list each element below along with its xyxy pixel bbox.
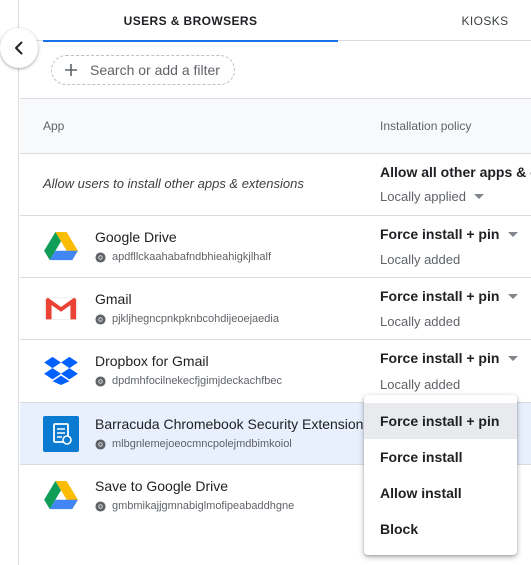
back-button[interactable]: [0, 28, 38, 68]
app-id-text: gmbmikajjgmnabiglmofipeabaddhgne: [112, 500, 295, 512]
allow-row-label: Allow users to install other apps & exte…: [43, 176, 304, 191]
app-id: apdfllckaahabafndbhieahigkjlhalf: [95, 251, 271, 263]
app-id: dpdmhfocilnekecfjgimjdeckachfbec: [95, 375, 282, 387]
plus-icon: [65, 64, 77, 76]
app-name: Save to Google Drive: [95, 478, 229, 494]
column-header-app: App: [43, 119, 65, 133]
policy-dropdown-menu: Force install + pin Force install Allow …: [364, 395, 517, 555]
table-header: App Installation policy: [20, 98, 531, 154]
menu-item-block[interactable]: Block: [364, 511, 517, 547]
policy-value: Force install + pin: [380, 350, 500, 366]
filter-bar: Search or add a filter: [20, 41, 531, 98]
gmail-icon: [43, 290, 79, 326]
app-id: mlbgnlemejoeocmncpolejmdbimkoiol: [95, 438, 292, 450]
policy-value: Force install + pin: [380, 288, 500, 304]
table-row[interactable]: Google Drive apdfllckaahabafndbhieahigkj…: [20, 216, 531, 278]
app-id-text: apdfllckaahabafndbhieahigkjlhalf: [112, 251, 272, 263]
app-id-text: dpdmhfocilnekecfjgimjdeckachfbec: [112, 375, 282, 387]
app-name: Gmail: [95, 291, 132, 307]
menu-item-allow-install[interactable]: Allow install: [364, 475, 517, 511]
google-drive-icon: [43, 228, 79, 264]
dropbox-icon: [43, 352, 79, 388]
table-row[interactable]: Dropbox for Gmail dpdmhfocilnekecfjgimjd…: [20, 340, 531, 403]
chrome-icon: [95, 313, 106, 325]
policy-select[interactable]: Force install + pin: [380, 288, 519, 304]
left-rail: [0, 0, 19, 565]
table-row[interactable]: Gmail pjkljhegncpnkpknbcohdijeoejaedia F…: [20, 278, 531, 340]
tab-users-browsers[interactable]: USERS & BROWSERS: [43, 0, 338, 42]
policy-select[interactable]: Force install + pin: [380, 350, 519, 366]
app-name: Barracuda Chromebook Security Extension: [95, 416, 364, 432]
search-placeholder: Search or add a filter: [90, 62, 220, 78]
menu-item-force-install-pin[interactable]: Force install + pin: [364, 403, 517, 439]
tab-bar: USERS & BROWSERS KIOSKS: [20, 0, 531, 42]
policy-status: Locally added: [380, 377, 461, 392]
policy-status: Locally added: [380, 314, 461, 329]
app-id: gmbmikajjgmnabiglmofipeabaddhgne: [95, 500, 294, 512]
chrome-icon: [95, 375, 106, 387]
app-name: Dropbox for Gmail: [95, 353, 209, 369]
app-id-text: mlbgnlemejoeocmncpolejmdbimkoiol: [112, 438, 292, 450]
chrome-icon: [95, 438, 106, 450]
allow-row-status[interactable]: Locally applied: [380, 189, 485, 204]
chrome-icon: [95, 500, 106, 512]
allow-row-status-text: Locally applied: [380, 189, 467, 204]
policy-status: Locally added: [380, 252, 461, 267]
tab-kiosks[interactable]: KIOSKS: [420, 0, 531, 41]
chevron-down-icon: [508, 231, 519, 237]
menu-item-force-install[interactable]: Force install: [364, 439, 517, 475]
chevron-down-icon: [474, 194, 485, 199]
search-filter-input[interactable]: Search or add a filter: [51, 55, 235, 85]
chrome-icon: [95, 251, 106, 263]
chevron-down-icon: [508, 355, 519, 361]
column-header-installation-policy: Installation policy: [380, 119, 472, 133]
app-id-text: pjkljhegncpnkpknbcohdijeoejaedia: [112, 313, 279, 325]
chevron-left-icon: [15, 41, 23, 55]
allow-other-apps-row[interactable]: Allow users to install other apps & exte…: [20, 154, 531, 216]
google-drive-icon: [43, 477, 79, 513]
allow-row-policy[interactable]: Allow all other apps & extensions: [380, 164, 531, 180]
app-id: pjkljhegncpnkpknbcohdijeoejaedia: [95, 313, 279, 325]
barracuda-icon: [43, 416, 79, 452]
policy-value: Force install + pin: [380, 226, 500, 242]
chevron-down-icon: [508, 293, 519, 299]
app-name: Google Drive: [95, 229, 177, 245]
policy-select[interactable]: Force install + pin: [380, 226, 519, 242]
